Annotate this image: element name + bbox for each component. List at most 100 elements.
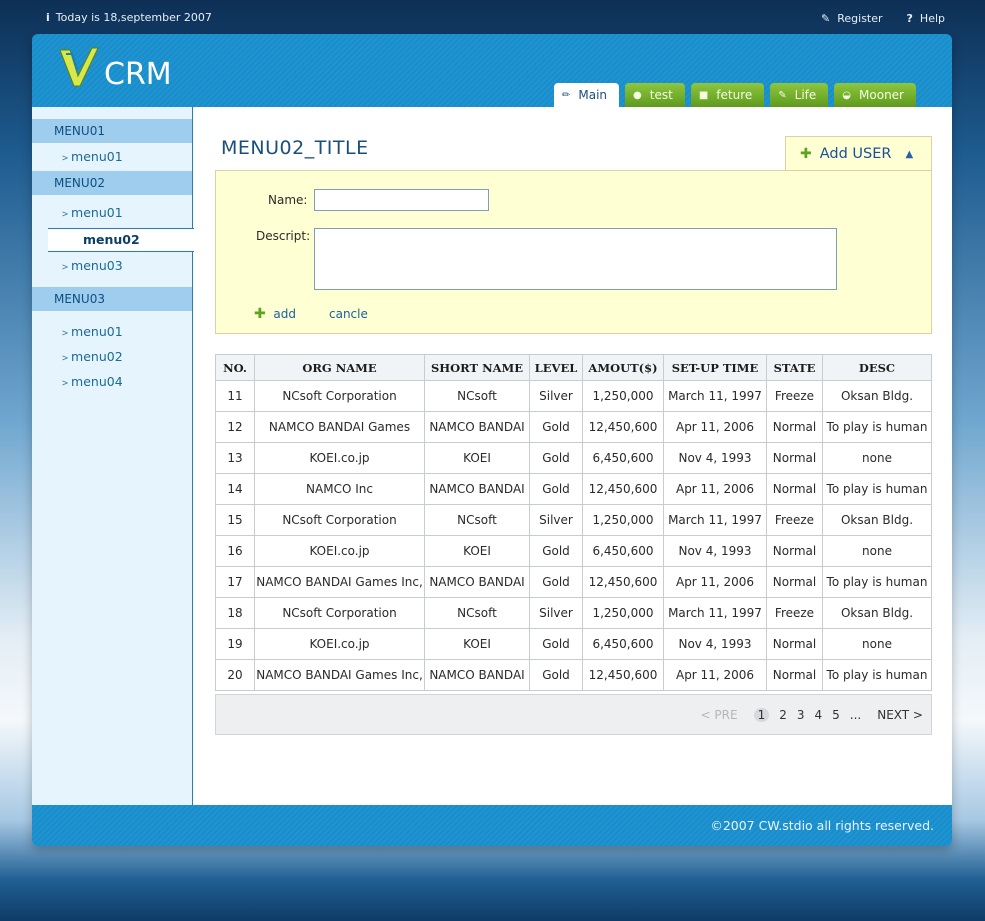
help-link[interactable]: ? Help — [907, 12, 945, 25]
cancel-button[interactable]: cancle — [329, 307, 368, 321]
cell-no: 19 — [215, 628, 255, 660]
content-area: MENU01 menu01 MENU02 menu01 menu02 menu0… — [32, 107, 952, 805]
cell-setup-time: Apr 11, 2006 — [663, 411, 767, 443]
sidebar-item-menu02-active[interactable]: menu02 — [48, 228, 194, 252]
col-header-no[interactable]: NO. — [215, 354, 255, 381]
table-row[interactable]: 17 NAMCO BANDAI Games Inc, NAMCO BANDAI Gol… — [215, 566, 932, 598]
col-header-org-name[interactable]: ORG NAME — [254, 354, 425, 381]
logo[interactable]: CRM — [58, 46, 172, 90]
cell-short-name: KOEI — [424, 535, 530, 567]
next-page-button[interactable]: NEXT > — [877, 708, 923, 722]
cell-setup-time: March 11, 1997 — [663, 380, 767, 412]
table-row[interactable]: 20 NAMCO BANDAI Games Inc, NAMCO BANDAI Gol… — [215, 659, 932, 691]
sidebar: MENU01 menu01 MENU02 menu01 menu02 menu0… — [32, 107, 194, 805]
cell-level: Gold — [529, 473, 583, 505]
cell-desc: Oksan Bldg. — [822, 597, 932, 629]
cell-org-name: NAMCO BANDAI Games Inc, — [254, 566, 425, 598]
col-header-short-name[interactable]: SHORT NAME — [424, 354, 530, 381]
table-row[interactable]: 19 KOEI.co.jp KOEI Gold 6,450,600 Nov 4, 1993… — [215, 628, 932, 660]
page-5-button[interactable]: 5 — [832, 708, 840, 722]
cell-short-name: NAMCO BANDAI — [424, 566, 530, 598]
cell-setup-time: Nov 4, 1993 — [663, 535, 767, 567]
table-row[interactable]: 12 NAMCO BANDAI Games NAMCO BANDAI Gold 12,4… — [215, 411, 932, 443]
sidebar-section-menu01[interactable]: MENU01 — [32, 119, 192, 143]
tab-main[interactable]: ✏ Main — [554, 83, 620, 107]
sidebar-item-menu01[interactable]: menu01 — [62, 324, 123, 339]
cell-desc: none — [822, 535, 932, 567]
cell-state: Freeze — [766, 597, 823, 629]
footer: ©2007 CW.stdio all rights reserved. — [32, 805, 952, 846]
add-plus-icon: ✚ — [254, 306, 266, 322]
descript-textarea[interactable] — [314, 228, 837, 290]
cell-org-name: KOEI.co.jp — [254, 628, 425, 660]
register-icon: ✎ — [821, 12, 831, 25]
cell-org-name: NCsoft Corporation — [254, 380, 425, 412]
add-button[interactable]: ✚ add — [254, 306, 296, 322]
cell-level: Gold — [529, 411, 583, 443]
table-row[interactable]: 14 NAMCO Inc NAMCO BANDAI Gold 12,450,600 Apr… — [215, 473, 932, 505]
sidebar-item-menu01[interactable]: menu01 — [62, 149, 123, 164]
cell-amount: 1,250,000 — [582, 597, 664, 629]
logo-v-icon — [59, 47, 99, 87]
cell-short-name: NAMCO BANDAI — [424, 473, 530, 505]
tab-test[interactable]: ● test — [625, 83, 685, 107]
sidebar-item-menu01[interactable]: menu01 — [62, 205, 123, 220]
sidebar-item-menu03[interactable]: menu03 — [62, 258, 123, 273]
table-row[interactable]: 16 KOEI.co.jp KOEI Gold 6,450,600 Nov 4, 1993… — [215, 535, 932, 567]
table-row[interactable]: 15 NCsoft Corporation NCsoft Silver 1,250,00… — [215, 504, 932, 536]
col-header-state[interactable]: STATE — [766, 354, 823, 381]
main-tabs: ✏ Main ● test ■ feture ✎ Life ◒ Mooner — [554, 83, 916, 107]
sidebar-section-menu02[interactable]: MENU02 — [32, 171, 192, 195]
cell-setup-time: Nov 4, 1993 — [663, 442, 767, 474]
cell-org-name: NAMCO Inc — [254, 473, 425, 505]
cell-state: Normal — [766, 442, 823, 474]
cell-short-name: NCsoft — [424, 504, 530, 536]
prev-page-button[interactable]: < PRE — [701, 708, 738, 722]
col-header-setup-time[interactable]: SET-UP TIME — [663, 354, 767, 381]
tab-mooner[interactable]: ◒ Mooner — [834, 83, 916, 107]
cell-org-name: NAMCO BANDAI Games Inc, — [254, 659, 425, 691]
cell-short-name: NAMCO BANDAI — [424, 659, 530, 691]
page-1-button[interactable]: 1 — [753, 707, 770, 722]
date-display: i Today is 18,september 2007 — [46, 11, 212, 24]
cell-no: 15 — [215, 504, 255, 536]
cell-level: Gold — [529, 442, 583, 474]
page-4-button[interactable]: 4 — [814, 708, 822, 722]
cell-amount: 6,450,600 — [582, 628, 664, 660]
add-user-toggle[interactable]: ✚ Add USER ▲ — [785, 136, 932, 171]
table-row[interactable]: 11 NCsoft Corporation NCsoft Silver 1,250,00… — [215, 380, 932, 412]
brush-icon: ✎ — [778, 89, 787, 101]
tab-feture[interactable]: ■ feture — [690, 83, 765, 107]
cell-no: 20 — [215, 659, 255, 691]
cell-desc: To play is human — [822, 473, 932, 505]
register-link[interactable]: ✎ Register — [821, 12, 883, 25]
cell-level: Gold — [529, 566, 583, 598]
pencil-icon: ✏ — [562, 89, 571, 101]
col-header-desc[interactable]: DESC — [822, 354, 932, 381]
header: CRM ✏ Main ● test ■ feture ✎ Life ◒ Mooner — [32, 34, 952, 107]
col-header-amount[interactable]: AMOUT($) — [582, 354, 664, 381]
cell-amount: 12,450,600 — [582, 566, 664, 598]
org-table: NO. ORG NAME SHORT NAME LEVEL AMOUT($) S… — [215, 354, 932, 691]
sidebar-section-menu03[interactable]: MENU03 — [32, 287, 192, 311]
name-input[interactable] — [314, 189, 489, 211]
cell-no: 18 — [215, 597, 255, 629]
sidebar-item-menu04[interactable]: menu04 — [62, 374, 123, 389]
cell-setup-time: March 11, 1997 — [663, 504, 767, 536]
page-2-button[interactable]: 2 — [779, 708, 787, 722]
cell-org-name: NCsoft Corporation — [254, 504, 425, 536]
tab-life[interactable]: ✎ Life — [770, 83, 829, 107]
cell-no: 16 — [215, 535, 255, 567]
cell-desc: To play is human — [822, 566, 932, 598]
table-row[interactable]: 18 NCsoft Corporation NCsoft Silver 1,250,00… — [215, 597, 932, 629]
cell-state: Freeze — [766, 504, 823, 536]
cell-setup-time: Apr 11, 2006 — [663, 566, 767, 598]
cell-short-name: KOEI — [424, 628, 530, 660]
cell-org-name: KOEI.co.jp — [254, 442, 425, 474]
table-row[interactable]: 13 KOEI.co.jp KOEI Gold 6,450,600 Nov 4, 1993… — [215, 442, 932, 474]
sidebar-item-menu02[interactable]: menu02 — [62, 349, 123, 364]
page-3-button[interactable]: 3 — [797, 708, 805, 722]
col-header-level[interactable]: LEVEL — [529, 354, 583, 381]
bowl-icon: ◒ — [842, 89, 852, 101]
cell-amount: 12,450,600 — [582, 411, 664, 443]
